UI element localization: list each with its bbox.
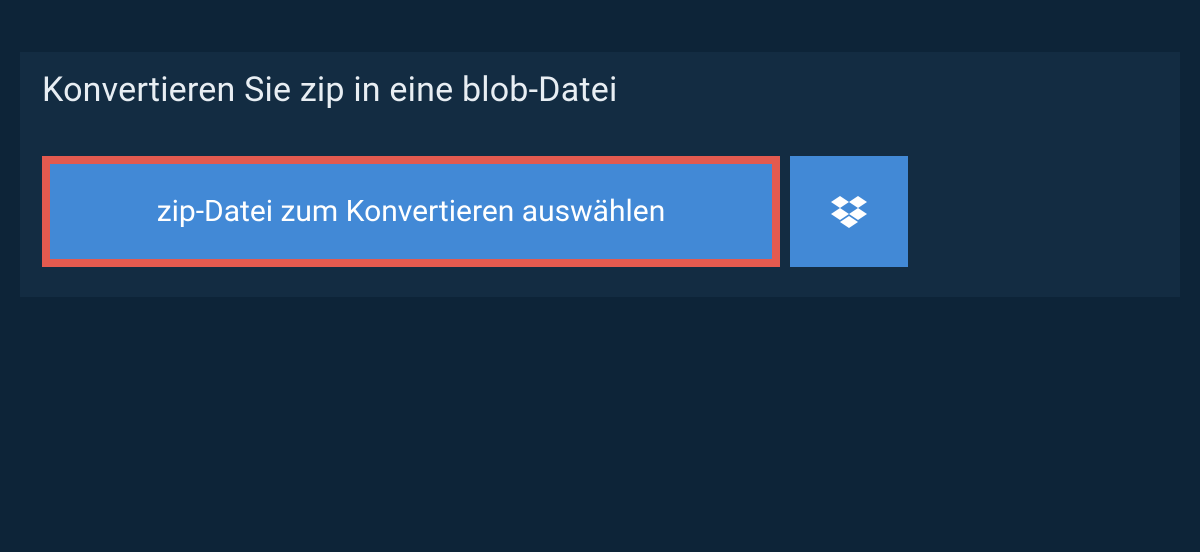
dropbox-icon [831, 196, 867, 228]
select-file-button[interactable]: zip-Datei zum Konvertieren auswählen [42, 156, 780, 267]
title-bar: Konvertieren Sie zip in eine blob-Datei [20, 52, 639, 128]
dropbox-button[interactable] [790, 156, 908, 267]
converter-panel: Konvertieren Sie zip in eine blob-Datei … [20, 52, 1180, 297]
select-file-label: zip-Datei zum Konvertieren auswählen [157, 194, 666, 229]
page-title: Konvertieren Sie zip in eine blob-Datei [42, 70, 617, 110]
action-row: zip-Datei zum Konvertieren auswählen [20, 128, 930, 297]
